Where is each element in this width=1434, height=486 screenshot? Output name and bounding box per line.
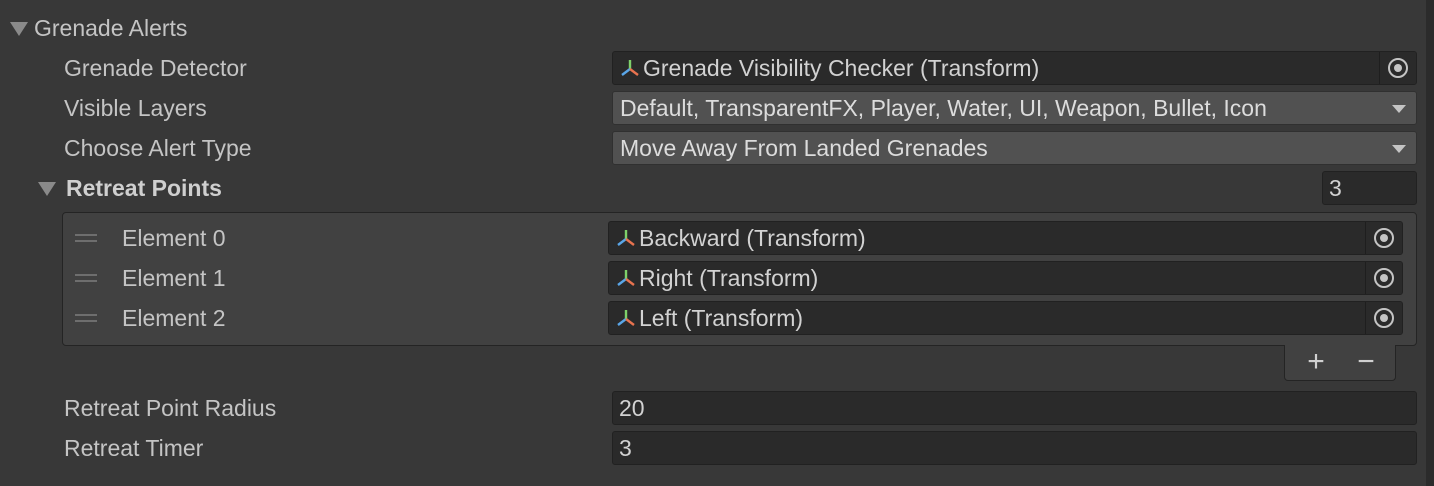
- transform-icon: [617, 270, 635, 286]
- element-1-field[interactable]: Right (Transform): [608, 261, 1403, 295]
- grenade-detector-row: Grenade Detector Grenade Visibility Chec…: [0, 50, 1426, 86]
- drag-handle-icon[interactable]: [75, 314, 97, 322]
- visible-layers-label: Visible Layers: [64, 95, 207, 121]
- retreat-points-list: Element 0 Backward (Transform) Element 1…: [62, 212, 1417, 346]
- inspector-panel: Grenade Alerts Grenade Detector Grenade …: [0, 0, 1426, 486]
- visible-layers-dropdown[interactable]: Default, TransparentFX, Player, Water, U…: [612, 91, 1417, 125]
- grenade-alerts-foldout[interactable]: Grenade Alerts: [0, 10, 1426, 46]
- grenade-detector-value: Grenade Visibility Checker (Transform): [643, 55, 1040, 81]
- transform-icon: [621, 60, 639, 76]
- retreat-timer-label: Retreat Timer: [64, 435, 204, 461]
- object-picker-button[interactable]: [1365, 302, 1402, 334]
- element-0-field[interactable]: Backward (Transform): [608, 221, 1403, 255]
- retreat-timer-row: Retreat Timer 3: [0, 430, 1426, 466]
- alert-type-dropdown[interactable]: Move Away From Landed Grenades: [612, 131, 1417, 165]
- drag-handle-icon[interactable]: [75, 234, 97, 242]
- alert-type-value: Move Away From Landed Grenades: [620, 135, 988, 161]
- visible-layers-row: Visible Layers Default, TransparentFX, P…: [0, 90, 1426, 126]
- visible-layers-value: Default, TransparentFX, Player, Water, U…: [620, 95, 1267, 121]
- retreat-point-radius-label: Retreat Point Radius: [64, 395, 277, 421]
- alert-type-row: Choose Alert Type Move Away From Landed …: [0, 130, 1426, 166]
- transform-icon: [617, 230, 635, 246]
- remove-element-button[interactable]: −: [1341, 345, 1391, 379]
- retreat-points-foldout[interactable]: Retreat Points 3: [0, 170, 1426, 206]
- dropdown-arrow-icon: [1392, 145, 1406, 153]
- add-element-button[interactable]: +: [1291, 345, 1341, 379]
- grenade-detector-label: Grenade Detector: [64, 55, 247, 81]
- list-footer: + −: [1284, 345, 1396, 381]
- drag-handle-icon[interactable]: [75, 274, 97, 282]
- element-value: Backward (Transform): [639, 225, 866, 251]
- element-label: Element 2: [122, 305, 226, 331]
- retreat-timer-field[interactable]: 3: [612, 431, 1417, 465]
- element-label: Element 0: [122, 225, 226, 251]
- object-picker-button[interactable]: [1379, 52, 1416, 84]
- element-value: Left (Transform): [639, 305, 804, 331]
- element-2-field[interactable]: Left (Transform): [608, 301, 1403, 335]
- section-title: Grenade Alerts: [34, 15, 188, 41]
- foldout-expanded-icon[interactable]: [10, 22, 28, 36]
- dropdown-arrow-icon: [1392, 105, 1406, 113]
- object-picker-button[interactable]: [1365, 262, 1402, 294]
- grenade-detector-field[interactable]: Grenade Visibility Checker (Transform): [612, 51, 1417, 85]
- object-picker-button[interactable]: [1365, 222, 1402, 254]
- retreat-point-radius-row: Retreat Point Radius 20: [0, 390, 1426, 426]
- transform-icon: [617, 310, 635, 326]
- retreat-points-size-field[interactable]: 3: [1322, 171, 1417, 205]
- element-value: Right (Transform): [639, 265, 819, 291]
- element-label: Element 1: [122, 265, 226, 291]
- alert-type-label: Choose Alert Type: [64, 135, 252, 161]
- foldout-expanded-icon[interactable]: [38, 182, 56, 196]
- scrollbar-track[interactable]: [1426, 0, 1434, 486]
- retreat-point-radius-field[interactable]: 20: [612, 391, 1417, 425]
- retreat-points-label: Retreat Points: [66, 175, 222, 201]
